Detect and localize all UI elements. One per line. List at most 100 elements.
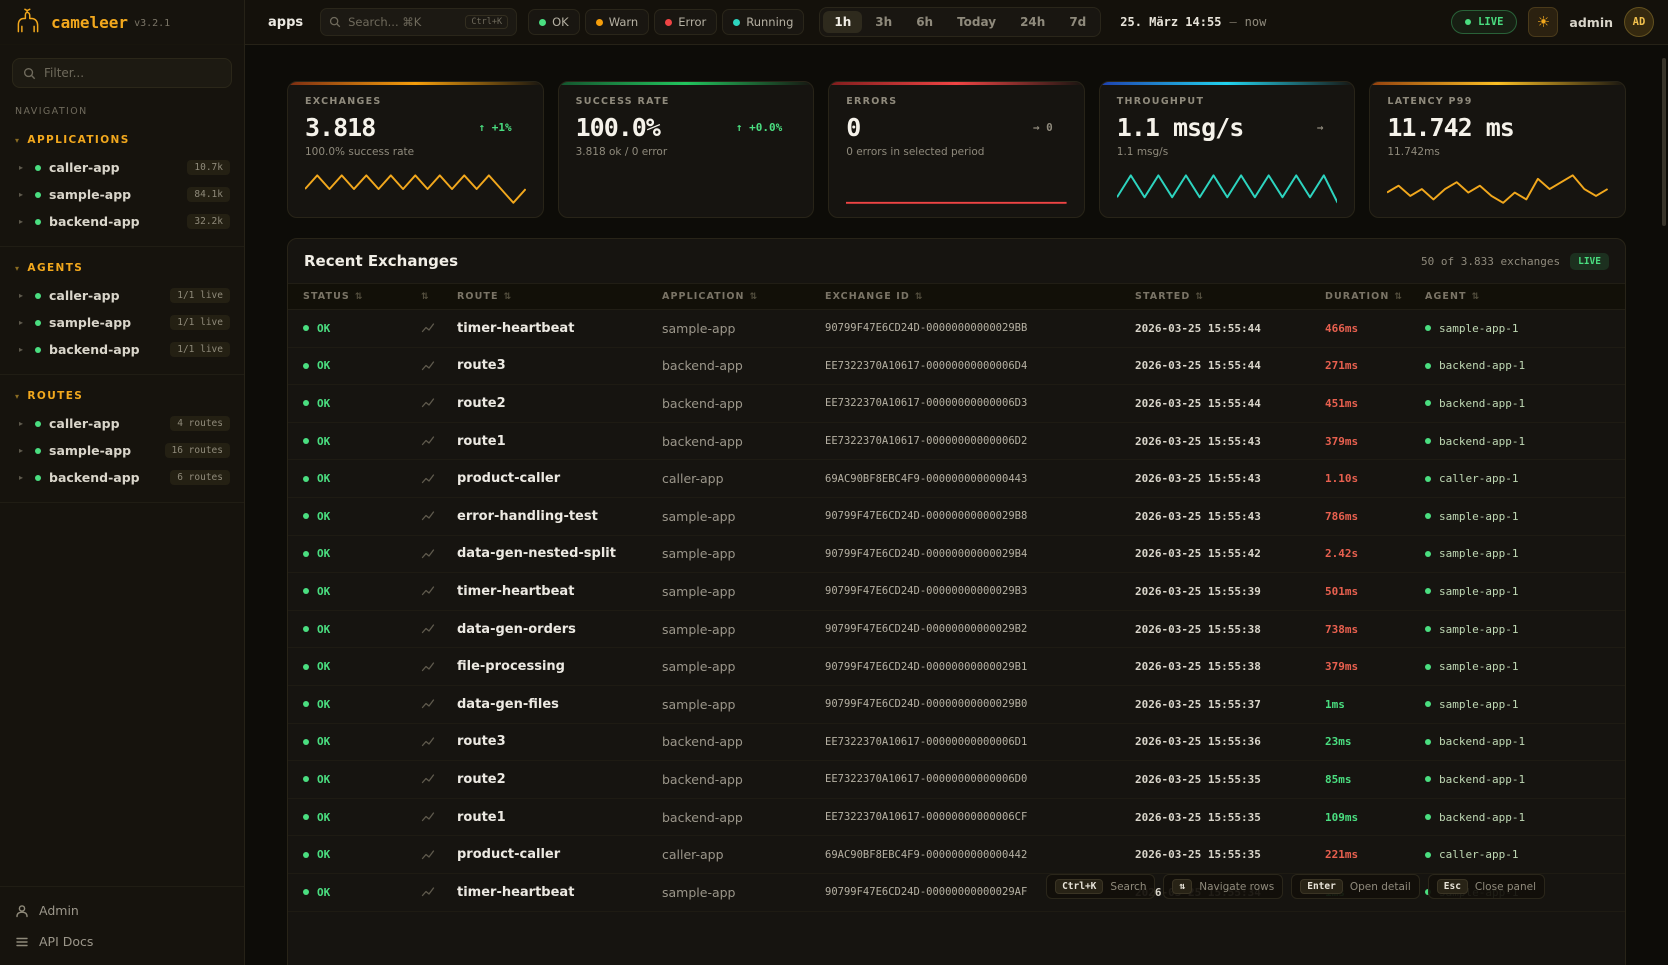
time-range-6h[interactable]: 6h — [905, 11, 944, 33]
table-row[interactable]: OKroute1backend-appEE7322370A10617-00000… — [288, 799, 1625, 837]
stat-card-throughput: THROUGHPUT1.1 msg/s→1.1 msg/s — [1099, 81, 1356, 218]
trace-icon[interactable] — [421, 472, 457, 486]
column-header-application[interactable]: APPLICATION⇅ — [662, 291, 825, 302]
table-row[interactable]: OKerror-handling-testsample-app90799F47E… — [288, 498, 1625, 536]
sidebar-item-backend-app[interactable]: ▸backend-app1/1 live — [0, 336, 244, 363]
exchange-id-cell: EE7322370A10617-00000000000006CF — [825, 811, 1135, 823]
status-dot-icon — [539, 19, 546, 26]
sidebar-sections: ▾APPLICATIONS▸caller-app10.7k▸sample-app… — [0, 119, 244, 503]
theme-toggle-button[interactable]: ☀ — [1528, 7, 1558, 37]
time-range-3h[interactable]: 3h — [864, 11, 903, 33]
trace-icon[interactable] — [421, 359, 457, 373]
column-header-trace[interactable]: ⇅ — [421, 292, 457, 302]
sidebar-footer-api-docs[interactable]: API Docs — [0, 926, 244, 957]
filter-chip-error[interactable]: Error — [654, 9, 717, 35]
live-toggle[interactable]: LIVE — [1451, 10, 1517, 34]
sidebar-item-caller-app[interactable]: ▸caller-app4 routes — [0, 410, 244, 437]
column-header-status[interactable]: STATUS⇅ — [303, 291, 421, 302]
hint-label: Open detail — [1350, 881, 1411, 893]
duration-cell: 379ms — [1325, 660, 1425, 673]
date-to: now — [1245, 15, 1267, 29]
global-search[interactable]: Ctrl+K — [320, 8, 517, 36]
table-row[interactable]: OKroute1backend-appEE7322370A10617-00000… — [288, 423, 1625, 461]
trace-icon[interactable] — [421, 660, 457, 674]
table-row[interactable]: OKfile-processingsample-app90799F47E6CD2… — [288, 648, 1625, 686]
status-dot-icon — [303, 325, 309, 331]
sidebar-item-backend-app[interactable]: ▸backend-app6 routes — [0, 464, 244, 491]
duration-cell: 466ms — [1325, 322, 1425, 335]
status-dot-icon — [665, 19, 672, 26]
sidebar-section-header[interactable]: ▾ROUTES — [0, 382, 244, 410]
stat-card-latency-p99: LATENCY P9911.742 ms11.742ms — [1369, 81, 1626, 218]
sidebar-item-backend-app[interactable]: ▸backend-app32.2k — [0, 208, 244, 235]
scrollbar-thumb[interactable] — [1662, 58, 1666, 226]
logo[interactable]: cameleer v3.2.1 — [0, 0, 244, 45]
search-input[interactable] — [348, 15, 458, 29]
sidebar-item-sample-app[interactable]: ▸sample-app1/1 live — [0, 309, 244, 336]
table-row[interactable]: OKroute3backend-appEE7322370A10617-00000… — [288, 724, 1625, 762]
sidebar-section-header[interactable]: ▾AGENTS — [0, 254, 244, 282]
trace-icon[interactable] — [421, 772, 457, 786]
trace-icon[interactable] — [421, 697, 457, 711]
column-header-agent[interactable]: AGENT⇅ — [1425, 291, 1625, 302]
time-range-7d[interactable]: 7d — [1058, 11, 1097, 33]
column-header-duration[interactable]: DURATION⇅ — [1325, 291, 1425, 302]
sidebar-item-label: backend-app — [49, 342, 162, 357]
started-cell: 2026-03-25 15:55:43 — [1135, 435, 1325, 448]
table-row[interactable]: OKroute2backend-appEE7322370A10617-00000… — [288, 761, 1625, 799]
table-row[interactable]: OKdata-gen-orderssample-app90799F47E6CD2… — [288, 611, 1625, 649]
sidebar-item-caller-app[interactable]: ▸caller-app10.7k — [0, 154, 244, 181]
table-row[interactable]: OKdata-gen-nested-splitsample-app90799F4… — [288, 536, 1625, 574]
agent-label: backend-app-1 — [1439, 811, 1525, 824]
exchange-id-cell: 90799F47E6CD24D-00000000000029B1 — [825, 661, 1135, 673]
status-dot-icon — [35, 320, 41, 326]
table-row[interactable]: OKdata-gen-filessample-app90799F47E6CD24… — [288, 686, 1625, 724]
sidebar-item-sample-app[interactable]: ▸sample-app84.1k — [0, 181, 244, 208]
application-cell: backend-app — [662, 396, 825, 411]
trace-icon[interactable] — [421, 434, 457, 448]
recent-exchanges-card: Recent Exchanges 50 of 3.833 exchanges L… — [287, 238, 1626, 965]
started-cell: 2026-03-25 15:55:43 — [1135, 472, 1325, 485]
application-cell: sample-app — [662, 584, 825, 599]
status-dot-icon — [303, 551, 309, 557]
stat-subtext: 0 errors in selected period — [846, 146, 1067, 158]
time-range-1h[interactable]: 1h — [823, 11, 862, 33]
trace-icon[interactable] — [421, 735, 457, 749]
filter-chip-ok[interactable]: OK — [528, 9, 580, 35]
sidebar-footer-admin[interactable]: Admin — [0, 895, 244, 926]
filter-chip-running[interactable]: Running — [722, 9, 804, 35]
table-row[interactable]: OKroute3backend-appEE7322370A10617-00000… — [288, 348, 1625, 386]
trace-icon[interactable] — [421, 396, 457, 410]
table-row[interactable]: OKtimer-heartbeatsample-app90799F47E6CD2… — [288, 310, 1625, 348]
column-header-started[interactable]: STARTED⇅ — [1135, 291, 1325, 302]
hint-label: Close panel — [1475, 881, 1536, 893]
sort-icon: ⇅ — [1195, 292, 1204, 302]
time-range-today[interactable]: Today — [946, 11, 1007, 33]
sidebar-section-header[interactable]: ▾APPLICATIONS — [0, 126, 244, 154]
duration-cell: 1ms — [1325, 698, 1425, 711]
duration-cell: 271ms — [1325, 359, 1425, 372]
table-row[interactable]: OKtimer-heartbeatsample-app90799F47E6CD2… — [288, 573, 1625, 611]
avatar[interactable]: AD — [1624, 7, 1654, 37]
table-row[interactable]: OKroute2backend-appEE7322370A10617-00000… — [288, 385, 1625, 423]
time-range-24h[interactable]: 24h — [1009, 11, 1056, 33]
trace-icon[interactable] — [421, 547, 457, 561]
sidebar-item-caller-app[interactable]: ▸caller-app1/1 live — [0, 282, 244, 309]
table-row[interactable]: OKproduct-callercaller-app69AC90BF8EBC4F… — [288, 836, 1625, 874]
table-column-headers: STATUS⇅⇅ROUTE⇅APPLICATION⇅EXCHANGE ID⇅ST… — [288, 283, 1625, 310]
column-header-route[interactable]: ROUTE⇅ — [457, 291, 662, 302]
trace-icon[interactable] — [421, 622, 457, 636]
trace-icon[interactable] — [421, 885, 457, 899]
trace-icon[interactable] — [421, 810, 457, 824]
sidebar-item-sample-app[interactable]: ▸sample-app16 routes — [0, 437, 244, 464]
trace-icon[interactable] — [421, 584, 457, 598]
table-row[interactable]: OKproduct-callercaller-app69AC90BF8EBC4F… — [288, 460, 1625, 498]
trace-icon[interactable] — [421, 848, 457, 862]
filter-input[interactable] — [44, 66, 221, 80]
filter-chip-warn[interactable]: Warn — [585, 9, 650, 35]
sidebar-filter[interactable] — [12, 58, 232, 88]
column-header-exchange-id[interactable]: EXCHANGE ID⇅ — [825, 291, 1135, 302]
date-range[interactable]: 25. März 14:55 – now — [1120, 15, 1266, 29]
trace-icon[interactable] — [421, 321, 457, 335]
trace-icon[interactable] — [421, 509, 457, 523]
